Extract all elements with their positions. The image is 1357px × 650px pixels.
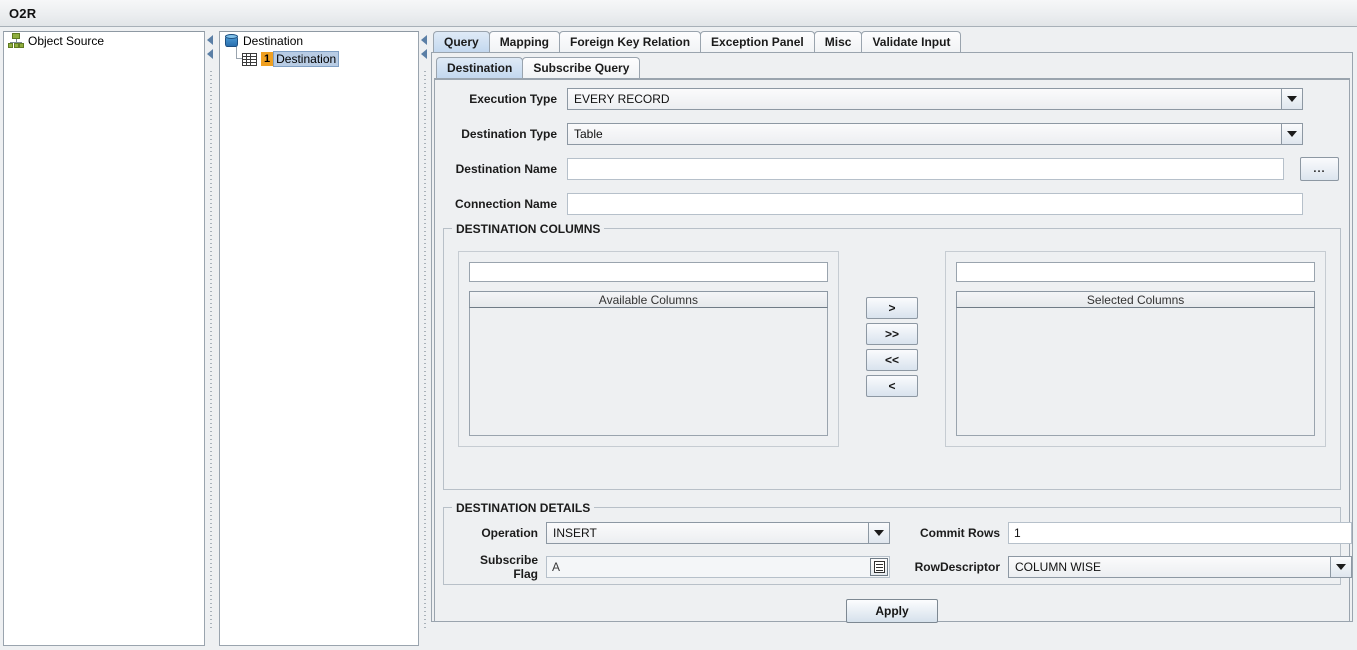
split-pane-divider-left[interactable]: [205, 31, 217, 646]
move-right-button[interactable]: >: [866, 297, 918, 319]
transfer-button-group: > >> << <: [851, 251, 934, 401]
destination-columns-legend: DESTINATION COLUMNS: [452, 222, 605, 236]
main-tab-bar[interactable]: Query Mapping Foreign Key Relation Exceptio…: [431, 31, 1353, 53]
move-all-right-button[interactable]: >>: [866, 323, 918, 345]
tab-mapping[interactable]: Mapping: [488, 31, 561, 52]
destination-details-group: DESTINATION DETAILS Operation INSERT Sub…: [443, 501, 1352, 588]
table-icon: [242, 52, 257, 66]
selected-columns-card: Selected Columns: [945, 251, 1326, 447]
tab-foreign-key-relation[interactable]: Foreign Key Relation: [559, 31, 702, 52]
destination-details-form: Operation INSERT Subscribe Flag A Commit…: [444, 508, 1352, 588]
connection-name-label: Connection Name: [454, 197, 557, 211]
collapse-right-icon[interactable]: [421, 35, 427, 45]
available-columns-list[interactable]: [469, 308, 828, 436]
split-pane-divider-right[interactable]: [419, 31, 431, 646]
destination-type-row: Destination Type Table: [445, 123, 1339, 145]
divider-grip: [424, 71, 426, 631]
operation-value: INSERT: [553, 526, 597, 540]
node-index-badge: 1: [261, 52, 274, 66]
destination-name-label: Destination Name: [455, 162, 557, 176]
move-left-button[interactable]: <: [866, 375, 918, 397]
chevron-down-icon[interactable]: [1281, 89, 1302, 109]
commit-rows-input[interactable]: 1: [1008, 522, 1352, 544]
row-descriptor-value: COLUMN WISE: [1015, 560, 1102, 574]
tree-node-destination-child[interactable]: 1 Destination: [220, 47, 418, 68]
query-tab-panel: Destination Subscribe Query Execution Typ…: [431, 52, 1353, 623]
available-columns-header: Available Columns: [469, 291, 828, 308]
subscribe-flag-value: A: [552, 560, 561, 574]
object-source-tree-panel[interactable]: Object Source: [3, 31, 205, 646]
commit-rows-label: Commit Rows: [919, 526, 1000, 540]
subscribe-flag-label: Subscribe Flag: [479, 553, 538, 581]
tab-subscribe-query[interactable]: Subscribe Query: [522, 57, 641, 78]
subscribe-flag-row: Subscribe Flag A: [454, 553, 890, 581]
destination-type-label: Destination Type: [461, 127, 557, 141]
divider-grip: [210, 71, 212, 631]
destination-form: Execution Type EVERY RECORD Destination …: [435, 80, 1349, 215]
tab-misc[interactable]: Misc: [813, 31, 863, 52]
tree-elbow-icon: [232, 47, 242, 68]
destination-name-row: Destination Name ...: [445, 157, 1339, 181]
object-source-icon: [8, 33, 24, 49]
connection-name-row: Connection Name: [445, 193, 1339, 215]
chevron-down-icon[interactable]: [868, 523, 889, 543]
collapse-left-icon[interactable]: [207, 35, 213, 45]
execution-type-row: Execution Type EVERY RECORD: [445, 88, 1339, 110]
destination-details-legend: DESTINATION DETAILS: [452, 501, 595, 515]
destination-columns-group: DESTINATION COLUMNS Available Columns > …: [443, 222, 1341, 490]
sub-tab-bar[interactable]: Destination Subscribe Query: [434, 57, 1350, 79]
selected-columns-filter-input[interactable]: [956, 262, 1315, 282]
expand-right-icon[interactable]: [421, 49, 427, 59]
chevron-down-icon[interactable]: [1281, 124, 1302, 144]
execution-type-dropdown[interactable]: EVERY RECORD: [567, 88, 1303, 110]
row-descriptor-dropdown[interactable]: COLUMN WISE: [1008, 556, 1352, 578]
tab-destination[interactable]: Destination: [436, 57, 524, 78]
execution-type-label: Execution Type: [469, 92, 557, 106]
details-left-column: Operation INSERT Subscribe Flag A: [454, 522, 890, 581]
execution-type-value: EVERY RECORD: [574, 92, 670, 106]
destination-type-value: Table: [574, 127, 603, 141]
details-right-column: Commit Rows 1 RowDescriptor COLUMN WISE: [912, 522, 1352, 578]
apply-button[interactable]: Apply: [846, 599, 938, 623]
tree-node-destination-root[interactable]: Destination: [220, 32, 418, 50]
destination-sub-panel: Execution Type EVERY RECORD Destination …: [434, 79, 1352, 623]
operation-label: Operation: [481, 526, 538, 540]
row-descriptor-label: RowDescriptor: [914, 560, 1000, 574]
operation-dropdown[interactable]: INSERT: [546, 522, 890, 544]
selected-columns-header: Selected Columns: [956, 291, 1315, 308]
window-title-bar: O2R: [0, 0, 1357, 27]
subscribe-flag-list-icon[interactable]: [870, 558, 888, 576]
editor-panel: Query Mapping Foreign Key Relation Exceptio…: [431, 31, 1353, 646]
tree-node-label: Destination: [243, 34, 304, 48]
selected-columns-list[interactable]: [956, 308, 1315, 436]
tree-node-object-source[interactable]: Object Source: [4, 32, 204, 50]
available-columns-filter-input[interactable]: [469, 262, 828, 282]
connection-name-input[interactable]: [567, 193, 1303, 215]
row-descriptor-row: RowDescriptor COLUMN WISE: [912, 556, 1352, 578]
operation-row: Operation INSERT: [454, 522, 890, 544]
tree-node-label: Object Source: [28, 34, 105, 48]
tab-query[interactable]: Query: [433, 31, 490, 52]
columns-transfer-area: Available Columns > >> << < Selected Col…: [444, 229, 1340, 459]
move-all-left-button[interactable]: <<: [866, 349, 918, 371]
tree-node-label: Destination: [273, 51, 340, 67]
expand-left-icon[interactable]: [207, 49, 213, 59]
window-title: O2R: [9, 5, 37, 21]
subscribe-flag-input[interactable]: A: [546, 556, 890, 578]
commit-rows-row: Commit Rows 1: [912, 522, 1352, 544]
destination-name-input[interactable]: [567, 158, 1284, 180]
application-window: O2R Object Source Destination 1 Destinat…: [0, 0, 1357, 650]
chevron-down-icon[interactable]: [1330, 557, 1351, 577]
available-columns-card: Available Columns: [458, 251, 839, 447]
main-content-area: Object Source Destination 1 Destination …: [0, 27, 1357, 650]
tab-exception-panel[interactable]: Exception Panel: [700, 31, 815, 52]
apply-button-row: Apply: [435, 599, 1349, 623]
destination-browse-button[interactable]: ...: [1299, 157, 1339, 181]
tab-validate-input[interactable]: Validate Input: [861, 31, 962, 52]
destination-tree-panel[interactable]: Destination 1 Destination: [219, 31, 419, 646]
destination-type-dropdown[interactable]: Table: [567, 123, 1303, 145]
